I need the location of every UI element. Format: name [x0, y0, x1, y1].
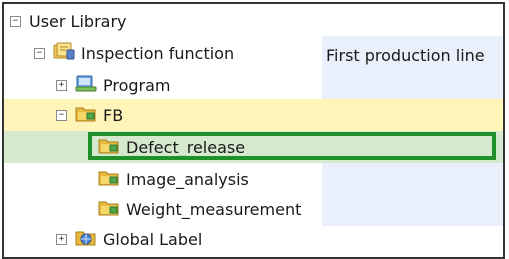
tree-node-fb[interactable]: − FB: [56, 100, 123, 130]
tree-node-program[interactable]: + Program: [56, 70, 171, 100]
selection-outline: [88, 132, 496, 160]
library-book-icon: [53, 42, 75, 64]
tree-node-label: Inspection function: [81, 43, 235, 63]
folder-icon: [98, 198, 120, 220]
tree-node-label: Weight_measurement: [126, 199, 302, 219]
collapse-toggle-icon[interactable]: −: [56, 109, 67, 121]
collapse-toggle-icon[interactable]: −: [34, 47, 45, 59]
folder-icon: [98, 168, 120, 190]
collapse-toggle-icon[interactable]: −: [10, 15, 21, 27]
expand-toggle-icon[interactable]: +: [56, 79, 67, 91]
tree-node-label: FB: [103, 105, 124, 125]
inspection-function-detail: First production line: [326, 40, 485, 70]
tree-node-image-analysis[interactable]: Image_analysis: [98, 164, 249, 194]
tree-node-label: Program: [103, 75, 171, 95]
expand-toggle-icon[interactable]: +: [56, 233, 67, 245]
tree-node-inspection-function[interactable]: − Inspection function: [34, 38, 234, 68]
tree-node-label: Global Label: [103, 229, 203, 249]
user-library-tree-panel: − User Library − Inspection function Fir…: [2, 2, 505, 259]
tree-node-label: User Library: [29, 11, 127, 31]
folder-icon: [75, 104, 97, 126]
global-label-icon: [75, 228, 97, 250]
program-icon: [75, 74, 97, 96]
detail-text: First production line: [326, 45, 485, 65]
tree-node-label: Image_analysis: [126, 169, 249, 189]
tree-node-user-library[interactable]: − User Library: [10, 6, 127, 36]
tree-node-weight-measurement[interactable]: Weight_measurement: [98, 194, 301, 224]
tree-node-global-label[interactable]: + Global Label: [56, 224, 202, 254]
